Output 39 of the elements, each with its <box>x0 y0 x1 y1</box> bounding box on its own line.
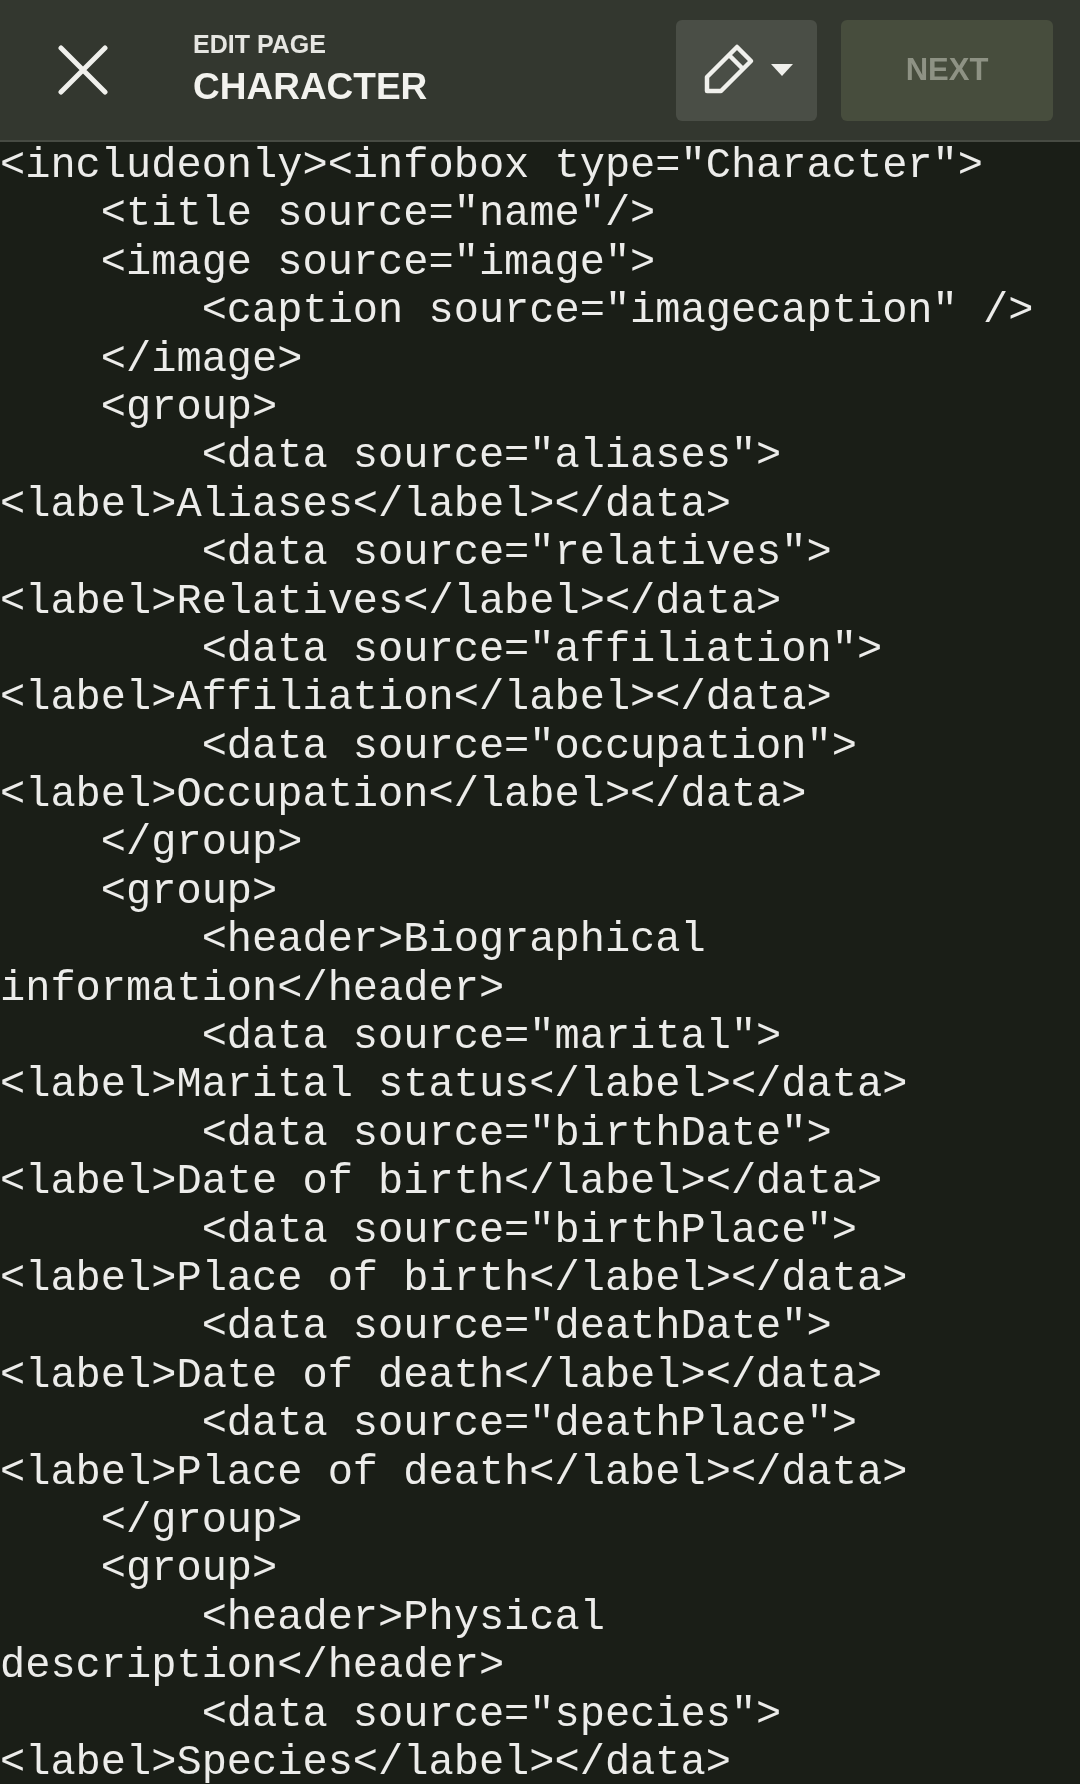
code-line: <label>Relatives</label></data> <box>0 577 782 626</box>
code-line: </image> <box>99 335 303 384</box>
page-title: CHARACTER <box>193 67 429 108</box>
code-line: <label>Aliases</label></data> <box>0 480 731 529</box>
code-line: <data source="relatives"> <box>200 529 832 578</box>
code-line: <data source="occupation"> <box>200 722 857 771</box>
code-line: <label>Marital status</label></data> <box>0 1061 908 1110</box>
code-line: <data source="deathPlace"> <box>200 1400 857 1449</box>
edit-mode-button[interactable] <box>676 19 817 121</box>
close-icon[interactable] <box>58 45 108 95</box>
code-line: <label>Date of birth</label></data> <box>0 1158 883 1207</box>
code-line: information</header> <box>0 964 505 1013</box>
code-line: <data source="species"> <box>200 1690 782 1739</box>
code-line: <title source="name"/> <box>99 190 656 239</box>
code-line: <group> <box>99 383 278 432</box>
code-line: <caption source="imagecaption" /> <box>200 287 1034 336</box>
code-line: <data source="marital"> <box>200 1013 782 1062</box>
code-line: <image source="image"> <box>99 238 656 287</box>
code-line: <data source="aliases"> <box>200 432 782 481</box>
code-line: </group> <box>99 1496 303 1545</box>
code-line: <header>Biographical <box>200 916 706 965</box>
code-line: <label>Place of death</label></data> <box>0 1448 908 1497</box>
code-line: <data source="deathDate"> <box>200 1303 832 1352</box>
code-line: <data source="birthPlace"> <box>200 1206 857 1255</box>
code-line: <includeonly><infobox type="Character"> <box>0 142 983 190</box>
caret-icon <box>770 64 793 76</box>
code-line: <label>Species</label></data> <box>0 1738 731 1784</box>
code-line: </group> <box>99 819 303 868</box>
page-subtitle: EDIT PAGE <box>193 32 327 58</box>
code-line: <group> <box>99 867 278 916</box>
code-line: <group> <box>99 1545 278 1594</box>
code-line: <label>Affiliation</label></data> <box>0 674 832 723</box>
code-line: <data source="affiliation"> <box>200 625 883 674</box>
code-line: <header>Physical <box>200 1593 605 1642</box>
code-line: <label>Place of birth</label></data> <box>0 1255 908 1303</box>
code-line: <data source="birthDate"> <box>200 1109 832 1158</box>
code-line: <label>Occupation</label></data> <box>0 771 807 820</box>
code-line: <label>Date of death</label></data> <box>0 1351 883 1400</box>
code-line: description</header> <box>0 1642 505 1691</box>
